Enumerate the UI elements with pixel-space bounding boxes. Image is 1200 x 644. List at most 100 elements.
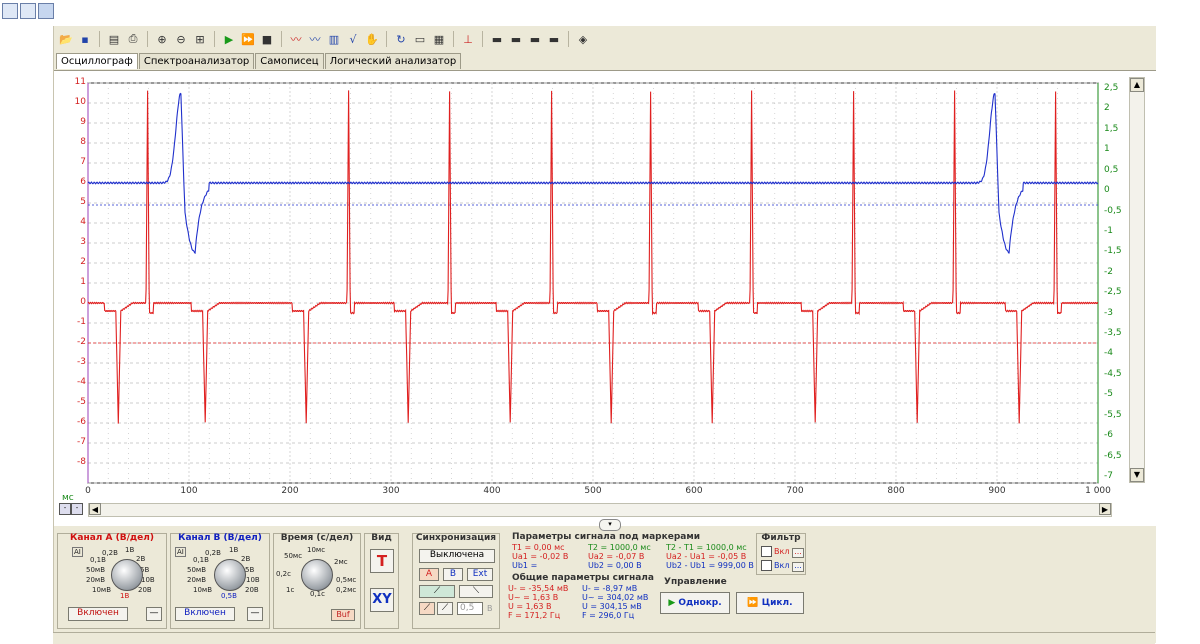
auto-button[interactable]: AI	[175, 547, 186, 557]
signal-a-icon[interactable]: 〰	[288, 31, 304, 47]
toolbar-separator	[453, 31, 454, 47]
scale-label: 1с	[286, 586, 295, 594]
y-tick-label: -1	[77, 317, 86, 327]
scale-label: 10мВ	[92, 586, 111, 594]
y-tick-label: -7	[77, 437, 86, 447]
vertical-scrollbar[interactable]: ▲ ▼	[1129, 77, 1145, 483]
print-preview-icon[interactable]: ▤	[106, 31, 122, 47]
scale-label: 20мВ	[187, 576, 206, 584]
time-knob[interactable]	[301, 559, 333, 591]
y-right-tick-label: 0	[1104, 185, 1110, 196]
marker-icon[interactable]: ✋	[364, 31, 380, 47]
filter-b-checkbox[interactable]	[761, 560, 772, 571]
tab-recorder[interactable]: Самописец	[255, 53, 324, 69]
y-right-tick-label: -3,5	[1104, 328, 1122, 339]
general-params-title: Общие параметры сигнала	[512, 573, 654, 583]
refresh-icon[interactable]: ↻	[393, 31, 409, 47]
xy-mode-button[interactable]: XY	[370, 588, 394, 612]
rising-edge-button[interactable]: ⟋	[419, 585, 455, 598]
math-icon[interactable]: √	[345, 31, 361, 47]
scale-label: 10мс	[307, 546, 326, 554]
single-run-button[interactable]: ▶ Однокр.	[660, 592, 730, 614]
scale-label: 2В	[241, 555, 251, 563]
device-icon-2[interactable]: ▬	[508, 31, 524, 47]
y-right-tick-label: -6,5	[1104, 450, 1122, 461]
channel-b-volts-knob[interactable]	[214, 559, 246, 591]
eraser-icon[interactable]: ◈	[575, 31, 591, 47]
play-icon[interactable]: ▶	[221, 31, 237, 47]
toolbar-separator	[281, 31, 282, 47]
filter-a-checkbox[interactable]	[761, 546, 772, 557]
marker-param: T2 = 1000,0 мс	[588, 543, 651, 552]
scroll-up-button[interactable]: ▲	[1130, 78, 1144, 92]
channel-a-volts-knob[interactable]	[111, 559, 143, 591]
level-mode-button[interactable]: ⟋	[419, 602, 435, 615]
y-right-tick-label: -5	[1104, 389, 1113, 400]
sync-level-unit: В	[487, 604, 493, 613]
open-icon[interactable]: 📂	[58, 31, 74, 47]
collapse-panel-button[interactable]: ▾	[599, 519, 621, 531]
channel-a-title: Канал А (В/дел)	[70, 533, 154, 543]
tab-spectrum[interactable]: Спектроанализатор	[138, 53, 255, 69]
y-right-tick-label: -4,5	[1104, 368, 1122, 379]
signal-b-icon[interactable]: 〰	[307, 31, 323, 47]
toolbar-separator	[214, 31, 215, 47]
zoom-out-icon[interactable]: ⊖	[173, 31, 189, 47]
device-icon-4[interactable]: ▬	[546, 31, 562, 47]
meter-icon[interactable]: ▥	[326, 31, 342, 47]
device-icon-1[interactable]: ▬	[489, 31, 505, 47]
save-icon[interactable]: ▪	[77, 31, 93, 47]
window-icon-2[interactable]	[20, 3, 36, 19]
sync-a-button[interactable]: A	[419, 568, 439, 581]
sync-mode-button[interactable]: Выключена	[419, 549, 495, 563]
filter-a-label: Вкл	[774, 547, 790, 556]
device-icon-3[interactable]: ▬	[527, 31, 543, 47]
scroll-left-button[interactable]: ◀	[89, 503, 101, 515]
scale-label: 50мВ	[86, 566, 105, 574]
stop-icon[interactable]: ■	[259, 31, 275, 47]
tab-logic[interactable]: Логический анализатор	[324, 53, 462, 69]
x-tick-label: 0	[85, 486, 91, 496]
zoom-in-icon[interactable]: ⊕	[154, 31, 170, 47]
control-panel: Управление ▶ Однокр. ⏩ Цикл.	[656, 577, 808, 628]
status-bar	[53, 632, 1155, 644]
scroll-down-button[interactable]: ▼	[1130, 468, 1144, 482]
filter-b-settings-button[interactable]: ...	[791, 562, 804, 572]
auto-button[interactable]: AI	[72, 547, 83, 557]
scale-label: 10В	[141, 576, 155, 584]
channel-a-invert-button[interactable]: —	[146, 607, 162, 621]
buffer-button[interactable]: Buf	[331, 609, 355, 621]
level-mode-button-2[interactable]: ⟋	[437, 602, 453, 615]
fast-forward-icon[interactable]: ⏩	[240, 31, 256, 47]
zoom-in-button[interactable]: -	[71, 503, 83, 515]
falling-edge-button[interactable]: ⟍	[459, 585, 493, 598]
sync-level-input[interactable]: 0,5	[457, 602, 483, 615]
window-icon[interactable]: ▭	[412, 31, 428, 47]
scale-label: 20В	[245, 586, 259, 594]
time-title: Время (с/дел)	[280, 533, 354, 543]
channel-b-invert-button[interactable]: —	[247, 607, 263, 621]
y-right-tick-label: -2	[1104, 266, 1113, 277]
zoom-out-button[interactable]: -	[59, 503, 71, 515]
window-icon-3[interactable]	[38, 3, 54, 19]
tab-oscilloscope[interactable]: Осциллограф	[56, 53, 138, 69]
channel-b-enable-button[interactable]: Включен	[175, 607, 235, 621]
scroll-right-button[interactable]: ▶	[1099, 503, 1111, 515]
scale-label: 5В	[245, 566, 255, 574]
oscillogram-plot[interactable]	[54, 71, 1156, 501]
time-mode-button[interactable]: T	[370, 549, 394, 573]
sync-b-button[interactable]: B	[443, 568, 463, 581]
horizontal-scrollbar[interactable]: ◀ ▶	[88, 503, 1112, 517]
generator-icon[interactable]: ⊥	[460, 31, 476, 47]
zoom-fit-icon[interactable]: ⊞	[192, 31, 208, 47]
marker-param: Ua1 = -0,02 В	[512, 552, 569, 561]
calc-icon[interactable]: ▦	[431, 31, 447, 47]
sync-ext-button[interactable]: Ext	[467, 568, 493, 581]
filter-a-settings-button[interactable]: ...	[791, 548, 804, 558]
window-icon-1[interactable]	[2, 3, 18, 19]
y-tick-label: 10	[74, 97, 86, 107]
channel-a-enable-button[interactable]: Включен	[68, 607, 128, 621]
print-icon[interactable]: ⎙	[125, 31, 141, 47]
y-right-tick-label: 1,5	[1104, 123, 1119, 134]
cycle-run-button[interactable]: ⏩ Цикл.	[736, 592, 804, 614]
